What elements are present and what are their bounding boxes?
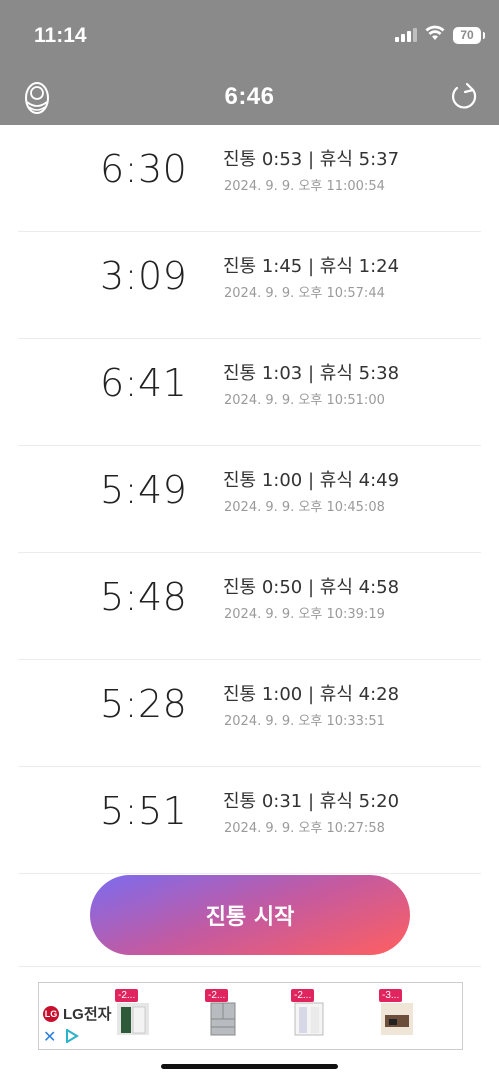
entry-timestamp: 2024. 9. 9. 오후 10:57:44: [224, 286, 385, 301]
ad-brand[interactable]: LG LG전자: [43, 1003, 111, 1024]
entry-detail: 진통 1:45 | 휴식 1:24: [223, 256, 400, 277]
entry-timestamp: 2024. 9. 9. 오후 10:27:58: [224, 821, 385, 836]
ad-product[interactable]: -2...: [291, 989, 327, 1037]
wifi-icon: [425, 25, 445, 46]
contraction-entry[interactable]: 6:30 진통 0:53 | 휴식 5:37 2024. 9. 9. 오후 11…: [18, 125, 481, 232]
entry-timestamp: 2024. 9. 9. 오후 10:45:08: [224, 500, 385, 515]
ad-product[interactable]: -2...: [115, 989, 151, 1037]
page-title: 6:46: [224, 83, 275, 110]
contraction-entry[interactable]: 6:41 진통 1:03 | 휴식 5:38 2024. 9. 9. 오후 10…: [18, 339, 481, 446]
contraction-entry[interactable]: 3:09 진통 1:45 | 휴식 1:24 2024. 9. 9. 오후 10…: [18, 232, 481, 339]
entry-detail: 진통 1:03 | 휴식 5:38: [223, 363, 400, 384]
contraction-entry[interactable]: 5:28 진통 1:00 | 휴식 4:28 2024. 9. 9. 오후 10…: [18, 660, 481, 767]
contraction-entry[interactable]: 5:48 진통 0:50 | 휴식 4:58 2024. 9. 9. 오후 10…: [18, 553, 481, 660]
home-indicator: [161, 1064, 338, 1069]
battery-icon: 70: [453, 27, 485, 44]
refresh-icon[interactable]: [448, 80, 480, 119]
ad-brand-label: LG전자: [63, 1006, 112, 1023]
entry-detail: 진통 1:00 | 휴식 4:28: [223, 684, 400, 705]
ad-product[interactable]: -2...: [205, 989, 241, 1037]
entry-interval: 5:28: [100, 682, 188, 726]
entry-interval: 3:09: [100, 254, 188, 298]
entry-timestamp: 2024. 9. 9. 오후 10:39:19: [224, 607, 385, 622]
ad-close-icon[interactable]: ✕: [43, 1027, 56, 1047]
entry-interval: 5:51: [100, 789, 188, 833]
entry-interval: 6:41: [100, 361, 188, 405]
entry-timestamp: 2024. 9. 9. 오후 10:33:51: [224, 714, 385, 729]
entry-detail: 진통 0:50 | 휴식 4:58: [223, 577, 400, 598]
contraction-list: 6:30 진통 0:53 | 휴식 5:37 2024. 9. 9. 오후 11…: [18, 125, 481, 874]
contraction-entry[interactable]: 5:51 진통 0:31 | 휴식 5:20 2024. 9. 9. 오후 10…: [18, 767, 481, 874]
entry-interval: 6:30: [100, 147, 188, 191]
start-contraction-button[interactable]: 진통 시작: [90, 875, 410, 955]
contraction-entry[interactable]: 5:49 진통 1:00 | 휴식 4:49 2024. 9. 9. 오후 10…: [18, 446, 481, 553]
ad-banner[interactable]: LG LG전자 ✕ -2... -2... -2... -3...: [38, 982, 463, 1050]
status-bar: 11:14 70: [0, 0, 499, 72]
entry-detail: 진통 0:31 | 휴식 5:20: [223, 791, 400, 812]
ad-choices-icon[interactable]: [65, 1028, 79, 1048]
divider: [18, 966, 481, 967]
ad-product[interactable]: -3...: [379, 989, 415, 1037]
status-time: 11:14: [34, 24, 87, 47]
ad-discount-badge: -2...: [205, 989, 229, 1002]
entry-detail: 진통 1:00 | 휴식 4:49: [223, 470, 400, 491]
ad-discount-badge: -3...: [379, 989, 403, 1002]
entry-timestamp: 2024. 9. 9. 오후 11:00:54: [224, 179, 385, 194]
ad-discount-badge: -2...: [115, 989, 139, 1002]
entry-interval: 5:48: [100, 575, 188, 619]
lg-logo-icon: LG: [43, 1005, 59, 1022]
cellular-signal-icon: [395, 28, 417, 47]
ad-discount-badge: -2...: [291, 989, 315, 1002]
nav-bar: 6:46: [0, 72, 499, 125]
entry-timestamp: 2024. 9. 9. 오후 10:51:00: [224, 393, 385, 408]
entry-detail: 진통 0:53 | 휴식 5:37: [223, 149, 400, 170]
entry-interval: 5:49: [100, 468, 188, 512]
